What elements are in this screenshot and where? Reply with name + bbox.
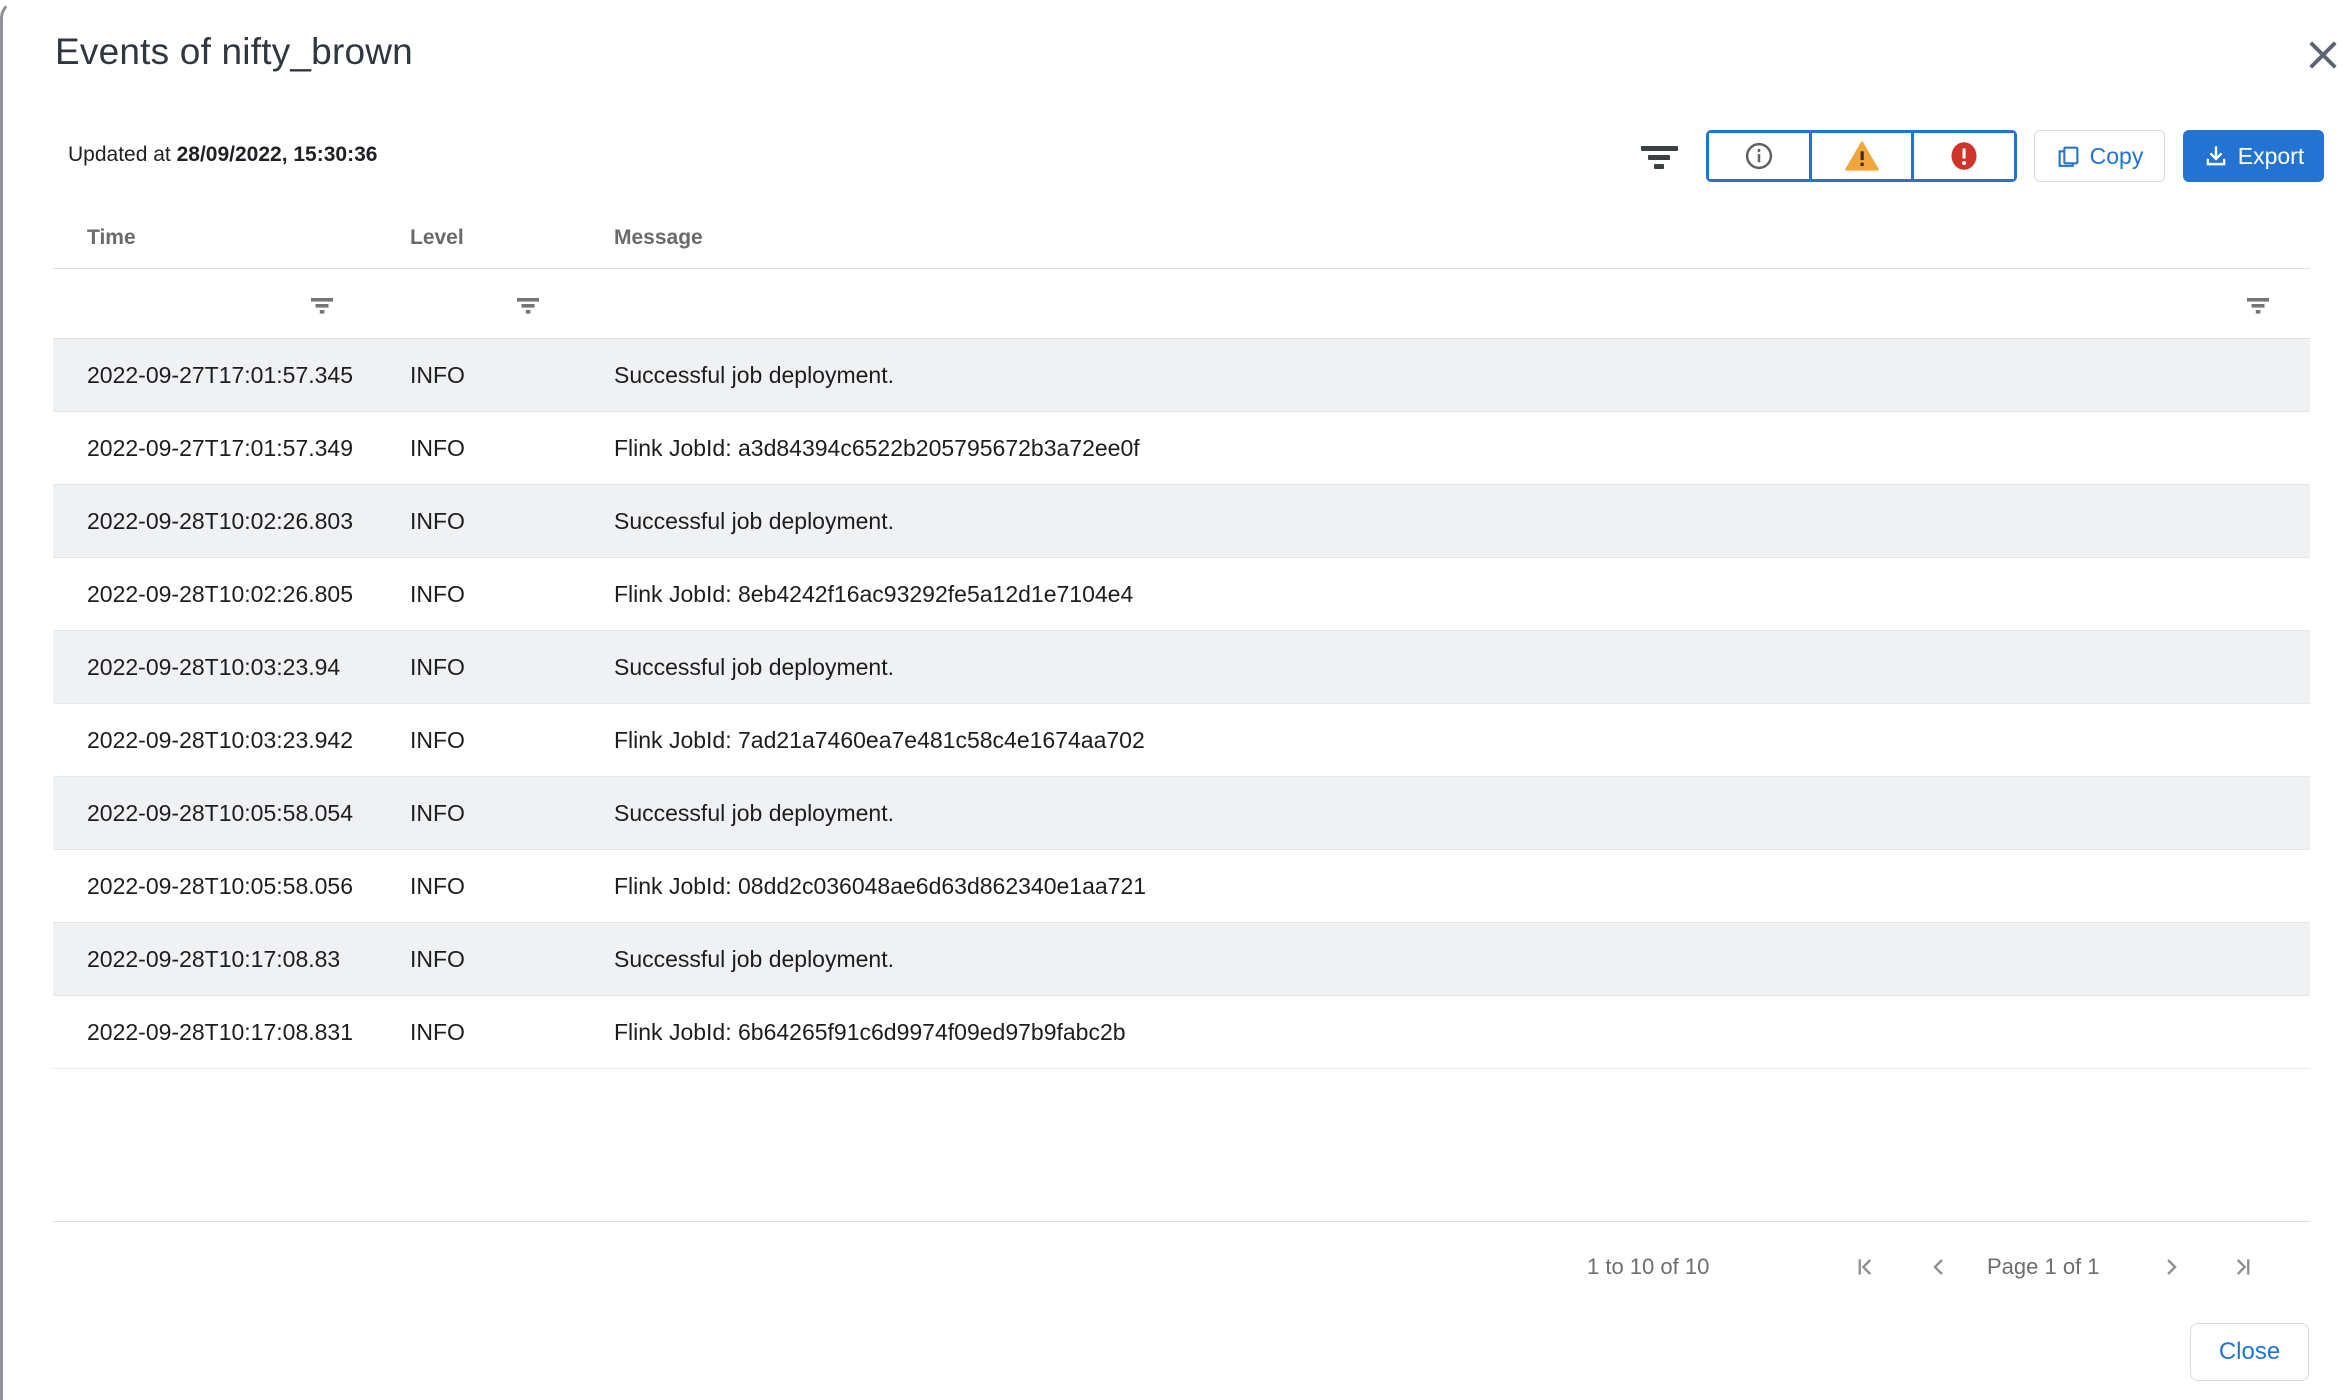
table-row: 2022-09-28T10:03:23.94 INFO Successful job… (53, 631, 2310, 704)
error-icon (1950, 141, 1978, 171)
export-button-label: Export (2238, 143, 2304, 170)
cell-time: 2022-09-28T10:17:08.831 (87, 996, 353, 1068)
table-filter-row (53, 269, 2310, 339)
cell-time: 2022-09-28T10:03:23.94 (87, 631, 340, 703)
pagination-page-label: Page 1 of 1 (1987, 1243, 2100, 1291)
next-page-button[interactable] (2149, 1245, 2193, 1289)
table-row: 2022-09-28T10:17:08.83 INFO Successful job… (53, 923, 2310, 996)
pagination-bar: 1 to 10 of 10 Page 1 of 1 (3, 1243, 2346, 1291)
table-header-row: Time Level Message (53, 207, 2310, 269)
copy-icon (2056, 144, 2081, 169)
cell-level: INFO (410, 777, 465, 849)
table-row: 2022-09-28T10:02:26.805 INFO Flink JobId: … (53, 558, 2310, 631)
level-filter-group (1706, 130, 2017, 182)
table-body: 2022-09-27T17:01:57.345 INFO Successful jo… (53, 339, 2310, 1069)
cell-time: 2022-09-27T17:01:57.349 (87, 412, 353, 484)
column-header-time: Time (87, 207, 136, 269)
cell-time: 2022-09-28T10:03:23.942 (87, 704, 353, 776)
close-button[interactable]: Close (2190, 1323, 2309, 1381)
filter-icon (516, 296, 540, 315)
cell-message: Flink JobId: 7ad21a7460ea7e481c58c4e1674… (614, 704, 1145, 776)
message-column-filter-button[interactable] (2241, 291, 2275, 319)
cell-time: 2022-09-28T10:05:58.054 (87, 777, 353, 849)
cell-message: Successful job deployment. (614, 777, 894, 849)
copy-button[interactable]: Copy (2034, 130, 2165, 182)
cell-level: INFO (410, 412, 465, 484)
cell-time: 2022-09-28T10:17:08.83 (87, 923, 340, 995)
filter-warning-button[interactable] (1809, 133, 1912, 179)
cell-message: Successful job deployment. (614, 339, 894, 411)
table-row: 2022-09-27T17:01:57.345 INFO Successful jo… (53, 339, 2310, 412)
cell-message: Flink JobId: 8eb4242f16ac93292fe5a12d1e7… (614, 558, 1133, 630)
updated-at-text: Updated at 28/09/2022, 15:30:36 (68, 143, 377, 167)
cell-time: 2022-09-28T10:02:26.805 (87, 558, 353, 630)
events-table: Time Level Message 2022-09-27T17:01:57.3 (53, 207, 2310, 1069)
updated-at-label: Updated at (68, 143, 171, 166)
export-button[interactable]: Export (2183, 130, 2324, 182)
cell-level: INFO (410, 631, 465, 703)
column-header-message: Message (614, 207, 703, 269)
first-page-icon (1851, 1253, 1879, 1281)
filter-info-button[interactable] (1709, 133, 1809, 179)
cell-time: 2022-09-28T10:05:58.056 (87, 850, 353, 922)
updated-at-value: 28/09/2022, 15:30:36 (177, 143, 378, 166)
cell-level: INFO (410, 850, 465, 922)
table-row: 2022-09-28T10:05:58.056 INFO Flink JobId: … (53, 850, 2310, 923)
toolbar-filter-icon (1639, 143, 1679, 178)
filter-icon (310, 296, 334, 315)
time-column-filter-button[interactable] (305, 291, 339, 319)
pagination-range-label: 1 to 10 of 10 (1587, 1243, 1709, 1291)
cell-message: Flink JobId: a3d84394c6522b205795672b3a7… (614, 412, 1140, 484)
cell-message: Successful job deployment. (614, 923, 894, 995)
filter-icon (2246, 296, 2270, 315)
table-row: 2022-09-28T10:02:26.803 INFO Successful jo… (53, 485, 2310, 558)
level-column-filter-button[interactable] (511, 291, 545, 319)
table-row: 2022-09-27T17:01:57.349 INFO Flink JobId: … (53, 412, 2310, 485)
cell-level: INFO (410, 996, 465, 1068)
info-icon (1744, 141, 1774, 171)
warning-icon (1845, 141, 1879, 171)
cell-level: INFO (410, 485, 465, 557)
filter-error-button[interactable] (1911, 133, 2014, 179)
table-row: 2022-09-28T10:05:58.054 INFO Successful jo… (53, 777, 2310, 850)
cell-message: Flink JobId: 6b64265f91c6d9974f09ed97b9f… (614, 996, 1126, 1068)
download-icon (2203, 143, 2229, 169)
chevron-left-icon (1925, 1253, 1953, 1281)
copy-button-label: Copy (2090, 143, 2144, 170)
column-header-level: Level (410, 207, 464, 269)
cell-level: INFO (410, 558, 465, 630)
pagination-divider (53, 1221, 2310, 1222)
first-page-button[interactable] (1843, 1245, 1887, 1289)
table-row: 2022-09-28T10:17:08.831 INFO Flink JobId: … (53, 996, 2310, 1069)
cell-level: INFO (410, 339, 465, 411)
cell-message: Successful job deployment. (614, 631, 894, 703)
cell-time: 2022-09-27T17:01:57.345 (87, 339, 353, 411)
dialog-close-button[interactable] (2297, 29, 2346, 81)
last-page-button[interactable] (2221, 1245, 2265, 1289)
cell-level: INFO (410, 923, 465, 995)
table-row: 2022-09-28T10:03:23.942 INFO Flink JobId: … (53, 704, 2310, 777)
dialog-title: Events of nifty_brown (55, 31, 413, 73)
cell-time: 2022-09-28T10:02:26.803 (87, 485, 353, 557)
close-icon (2302, 34, 2344, 76)
previous-page-button[interactable] (1917, 1245, 1961, 1289)
cell-message: Successful job deployment. (614, 485, 894, 557)
events-dialog: Events of nifty_brown Updated at 28/09/2… (0, 0, 2346, 1400)
chevron-right-icon (2157, 1253, 2185, 1281)
last-page-icon (2229, 1253, 2257, 1281)
cell-level: INFO (410, 704, 465, 776)
cell-message: Flink JobId: 08dd2c036048ae6d63d862340e1… (614, 850, 1146, 922)
